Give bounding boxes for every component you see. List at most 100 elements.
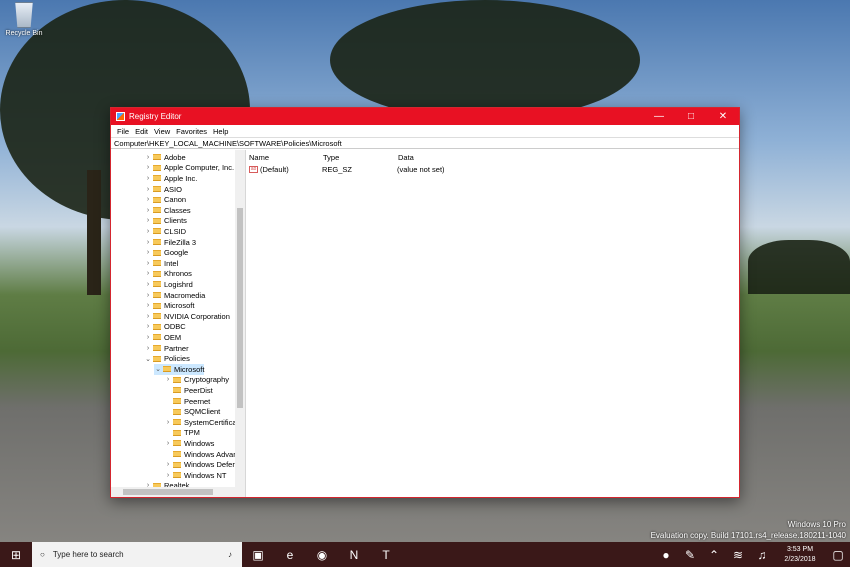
tree-node[interactable]: › Cryptography (164, 375, 229, 386)
recycle-bin[interactable]: Recycle Bin (4, 2, 44, 37)
expander-arrow[interactable]: › (144, 313, 152, 320)
menu-edit[interactable]: Edit (132, 127, 151, 136)
pen-workspace-button[interactable]: ✎ (678, 542, 702, 567)
close-button[interactable]: ✕ (707, 108, 739, 125)
tree-scroll-thumb[interactable] (237, 208, 243, 408)
tree-node-label: CLSID (164, 226, 187, 236)
menu-favorites[interactable]: Favorites (173, 127, 210, 136)
expander-arrow[interactable]: › (164, 461, 172, 468)
expander-arrow[interactable]: › (144, 196, 152, 203)
task-view-button[interactable]: ▣ (242, 542, 274, 567)
tree-node[interactable]: TPM (164, 428, 200, 439)
expander-arrow[interactable]: › (144, 270, 152, 277)
tree-vertical-scrollbar[interactable] (235, 150, 245, 497)
column-name[interactable]: Name (249, 153, 269, 163)
expander-arrow[interactable]: › (144, 345, 152, 352)
expander-arrow[interactable]: › (144, 217, 152, 224)
tree-node[interactable]: › OEM (144, 332, 181, 343)
default-value-row[interactable]: ab (Default) REG_SZ (value not set) (249, 164, 549, 175)
tree-node[interactable]: › Logishrd (144, 279, 193, 290)
tree-node[interactable]: › Adobe (144, 152, 186, 163)
tree-node[interactable]: › NVIDIA Corporation (144, 311, 230, 322)
tree-horizontal-thumb[interactable] (123, 489, 213, 495)
tree-horizontal-scrollbar[interactable] (111, 487, 235, 497)
tree-node[interactable]: ⌄ Microsoft (154, 364, 205, 375)
folder-icon (153, 270, 161, 277)
expander-arrow[interactable]: ⌄ (144, 355, 152, 363)
tree-node[interactable]: › ODBC (144, 322, 186, 333)
tree-node[interactable]: PeerDist (164, 385, 213, 396)
tree-node[interactable]: › Clients (144, 216, 187, 227)
tree-node[interactable]: › Windows (164, 438, 215, 449)
expander-arrow[interactable]: › (144, 302, 152, 309)
tree-node[interactable]: › SystemCertifica (164, 417, 237, 428)
expander-arrow[interactable]: › (144, 281, 152, 288)
tree-node[interactable]: › Khronos (144, 269, 192, 280)
tree-node[interactable]: › Apple Computer, Inc. (144, 163, 234, 174)
onenote-button[interactable]: N (338, 542, 370, 567)
tree-node[interactable]: › Canon (144, 194, 186, 205)
wifi-button[interactable]: ≋ (726, 542, 750, 567)
folder-icon (173, 461, 181, 468)
title-bar[interactable]: Registry Editor — □ ✕ (111, 108, 739, 125)
menu-file[interactable]: File (114, 127, 132, 136)
expander-arrow[interactable]: › (164, 419, 172, 426)
tree-node[interactable]: › Classes (144, 205, 191, 216)
people-button[interactable]: ● (654, 542, 678, 567)
tree-node[interactable]: › Google (144, 247, 188, 258)
expander-arrow[interactable]: › (144, 239, 152, 246)
registry-editor-window: Registry Editor — □ ✕ File Edit View Fav… (110, 107, 740, 498)
tree-node[interactable]: SQMClient (164, 406, 220, 417)
expander-arrow[interactable]: › (144, 154, 152, 161)
expander-arrow[interactable]: › (144, 334, 152, 341)
folder-icon (173, 387, 181, 394)
tree-node[interactable]: › FileZilla 3 (144, 237, 196, 248)
expander-arrow[interactable]: › (144, 228, 152, 235)
expander-arrow[interactable]: › (164, 440, 172, 447)
tree-node[interactable]: › Microsoft (144, 300, 195, 311)
expander-arrow[interactable]: ⌄ (154, 365, 162, 373)
menu-view[interactable]: View (151, 127, 173, 136)
tree-node[interactable]: › Windows Defer (164, 459, 235, 470)
clock[interactable]: 3:53 PM 2/23/2018 (774, 545, 826, 565)
tree-node[interactable]: › Partner (144, 343, 189, 354)
tree-node[interactable]: ⌄ Policies (144, 353, 190, 364)
folder-icon (153, 164, 161, 171)
expander-arrow[interactable]: › (144, 207, 152, 214)
maximize-button[interactable]: □ (675, 108, 707, 125)
minimize-button[interactable]: — (643, 108, 675, 125)
folder-icon (173, 376, 181, 383)
store-button[interactable]: ◉ (306, 542, 338, 567)
tree-node[interactable]: › Apple Inc. (144, 173, 198, 184)
start-button[interactable]: ⊞ (0, 542, 32, 567)
expander-arrow[interactable]: › (144, 260, 152, 267)
volume-button[interactable]: ♫ (750, 542, 774, 567)
expander-arrow[interactable]: › (164, 472, 172, 479)
expander-arrow[interactable]: › (144, 292, 152, 299)
tree-node[interactable]: › Windows NT (164, 470, 227, 481)
microphone-icon[interactable]: ♪ (228, 550, 232, 559)
tree-node[interactable]: › Macromedia (144, 290, 205, 301)
taskbar-search-box[interactable]: ○ Type here to search ♪ (32, 542, 242, 567)
expander-arrow[interactable]: › (144, 175, 152, 182)
column-type[interactable]: Type (323, 153, 339, 163)
column-data[interactable]: Data (398, 153, 414, 163)
expander-arrow[interactable]: › (144, 323, 152, 330)
expander-arrow[interactable]: › (144, 249, 152, 256)
menu-help[interactable]: Help (210, 127, 231, 136)
expander-arrow[interactable]: › (144, 186, 152, 193)
expander-arrow[interactable]: › (144, 164, 152, 171)
tree-node[interactable]: Peernet (164, 396, 210, 407)
folder-icon (153, 175, 161, 182)
tree-node[interactable]: Windows Advar (164, 449, 236, 460)
tree-node[interactable]: › Intel (144, 258, 178, 269)
teams-button[interactable]: T (370, 542, 402, 567)
edition-text: Windows 10 Pro (787, 520, 846, 529)
tree-node[interactable]: › ASIO (144, 184, 182, 195)
edge-button[interactable]: e (274, 542, 306, 567)
action-center-button[interactable]: ▢ (826, 542, 850, 567)
expander-arrow[interactable]: › (164, 376, 172, 383)
tree-node[interactable]: › CLSID (144, 226, 186, 237)
show-hidden-icons[interactable]: ⌃ (702, 542, 726, 567)
address-bar[interactable]: Computer\HKEY_LOCAL_MACHINE\SOFTWARE\Pol… (111, 137, 739, 149)
